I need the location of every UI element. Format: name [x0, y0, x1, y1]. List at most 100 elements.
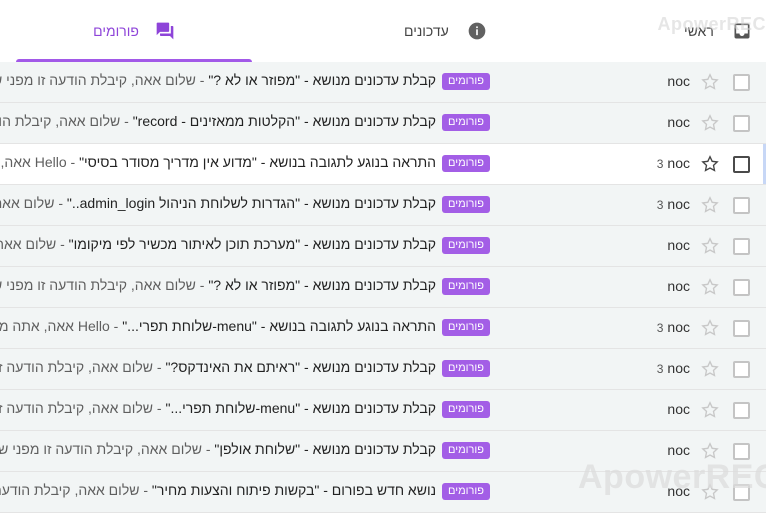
sender-name: noc — [667, 237, 690, 253]
row-checkbox[interactable] — [733, 361, 750, 378]
category-badge: פורומים — [442, 237, 490, 254]
sender-name: noc — [667, 155, 690, 171]
message-subject: התראה בנוגע לתגובה בנושא - "מדוע אין מדר… — [79, 154, 437, 170]
row-checkbox[interactable] — [733, 74, 750, 91]
message-preview: פורומים התראה בנוגע לתגובה בנושא - "menu-… — [0, 318, 490, 338]
message-preview: פורומים קבלת עדכונים מנושא - "menu-שלוחת … — [0, 400, 490, 420]
sender: 3 noc — [620, 196, 690, 212]
message-subject: קבלת עדכונים מנושא - "מערכת תוכן לאיתור … — [68, 236, 437, 252]
message-preview: פורומים קבלת עדכונים מנושא - "מפוזר או לא… — [0, 277, 490, 297]
sender-name: noc — [667, 114, 690, 130]
category-badge: פורומים — [442, 278, 490, 295]
category-badge: פורומים — [442, 319, 490, 336]
star-icon[interactable] — [700, 236, 720, 256]
message-subject: קבלת עדכונים מנושא - "הגדרות לשלוחת הניה… — [66, 195, 437, 211]
row-checkbox[interactable] — [733, 238, 750, 255]
message-subject: קבלת עדכונים מנושא - "menu-שלוחת תפרי...… — [165, 400, 437, 416]
message-snippet: - שלום אאה, קיבלת הודעה זו מפני שאתה — [0, 72, 205, 88]
watermark-bottom: ApowerREC — [578, 458, 766, 496]
message-row[interactable]: 3 noc פורומים קבלת עדכונים מנושא - "הגדרות … — [0, 185, 766, 226]
message-list: noc פורומים קבלת עדכונים מנושא - "מפוזר או… — [0, 62, 766, 513]
message-preview: פורומים קבלת עדכונים מנושא - "הקלטות ממאז… — [0, 113, 490, 133]
thread-count: 3 — [656, 362, 664, 376]
tab-forums-label: פורומים — [93, 23, 139, 39]
message-row[interactable]: 3 noc פורומים קבלת עדכונים מנושא - "ראיתם א… — [0, 349, 766, 390]
message-row[interactable]: 3 noc פורומים התראה בנוגע לתגובה בנושא - "מ… — [0, 144, 766, 185]
category-tabs: פורומים עדכונים ראשי ApowerREC — [0, 0, 766, 63]
row-checkbox[interactable] — [733, 115, 750, 132]
sender: noc — [620, 442, 690, 458]
category-badge: פורומים — [442, 73, 490, 90]
message-row[interactable]: noc פורומים קבלת עדכונים מנושא - "מפוזר או… — [0, 62, 766, 103]
sender-name: noc — [667, 319, 690, 335]
message-preview: פורומים קבלת עדכונים מנושא - "ראיתם את הא… — [0, 359, 490, 379]
sender-name: noc — [667, 278, 690, 294]
star-icon[interactable] — [700, 113, 720, 133]
sender: 3 noc — [620, 360, 690, 376]
message-snippet: - שלום אאה, קיבלת הודעה זו — [0, 113, 129, 129]
info-icon — [467, 21, 487, 41]
message-snippet: - שלום אאה, קיבלת הודעה זו מפני שאתה — [0, 277, 205, 293]
message-row[interactable]: noc פורומים קבלת עדכונים מנושא - "menu-שלו… — [0, 390, 766, 431]
message-snippet: - שלום אאה, קיבלת — [0, 236, 65, 252]
message-subject: התראה בנוגע לתגובה בנושא - "menu-שלוחת ת… — [122, 318, 437, 334]
message-snippet: - שלום אאה, קיבלת הודעה זו מפני שאתה — [0, 441, 211, 457]
category-badge: פורומים — [442, 483, 490, 500]
tab-updates[interactable]: עדכונים — [404, 0, 514, 62]
category-badge: פורומים — [442, 401, 490, 418]
category-badge: פורומים — [442, 155, 490, 172]
message-row[interactable]: noc פורומים קבלת עדכונים מנושא - "מערכת תו… — [0, 226, 766, 267]
message-row[interactable]: 3 noc פורומים התראה בנוגע לתגובה בנושא - "m… — [0, 308, 766, 349]
message-preview: פורומים קבלת עדכונים מנושא - "שלוחת אולפן… — [0, 441, 490, 461]
sender-name: noc — [667, 401, 690, 417]
star-icon[interactable] — [700, 359, 720, 379]
message-row[interactable]: noc פורומים קבלת עדכונים מנושא - "מפוזר או… — [0, 267, 766, 308]
row-checkbox[interactable] — [733, 402, 750, 419]
row-checkbox[interactable] — [733, 320, 750, 337]
message-subject: קבלת עדכונים מנושא - "הקלטות ממאזינים - … — [132, 113, 437, 129]
sender: noc — [620, 114, 690, 130]
sender: 3 noc — [620, 155, 690, 171]
watermark-top: ApowerREC — [657, 14, 766, 34]
row-checkbox[interactable] — [733, 279, 750, 296]
star-icon[interactable] — [700, 72, 720, 92]
star-icon[interactable] — [700, 400, 720, 420]
message-snippet: - Hello אאה, אתה מקבל — [0, 318, 119, 334]
tab-updates-label: עדכונים — [404, 23, 449, 39]
row-checkbox[interactable] — [733, 156, 750, 173]
sender: noc — [620, 73, 690, 89]
sender-name: noc — [667, 196, 690, 212]
message-preview: פורומים קבלת עדכונים מנושא - "הגדרות לשלו… — [0, 195, 490, 215]
message-subject: נושא חדש בפורום - "בקשות פיתוח והצעות מח… — [151, 482, 437, 498]
message-subject: קבלת עדכונים מנושא - "ראיתם את האינדקס?" — [165, 359, 437, 375]
message-snippet: - שלום אאה, קיבלת הודעה זו מפני — [0, 400, 162, 416]
message-subject: קבלת עדכונים מנושא - "מפוזר או לא ?" — [208, 277, 437, 293]
message-preview: פורומים קבלת עדכונים מנושא - "מערכת תוכן … — [0, 236, 490, 256]
message-snippet: - שלום אאה, קיבלת — [0, 195, 63, 211]
thread-count: 3 — [656, 321, 664, 335]
forum-icon — [155, 21, 175, 41]
sender-name: noc — [667, 442, 690, 458]
star-icon[interactable] — [700, 154, 720, 174]
message-snippet: - שלום אאה, קיבלת הודעה זו מפני שאתה — [0, 482, 149, 498]
sender-name: noc — [667, 73, 690, 89]
star-icon[interactable] — [700, 318, 720, 338]
star-icon[interactable] — [700, 195, 720, 215]
sender: noc — [620, 278, 690, 294]
row-checkbox[interactable] — [733, 197, 750, 214]
sender-name: noc — [667, 360, 690, 376]
category-badge: פורומים — [442, 360, 490, 377]
category-badge: פורומים — [442, 442, 490, 459]
message-row[interactable]: noc פורומים קבלת עדכונים מנושא - "הקלטות מ… — [0, 103, 766, 144]
thread-count: 3 — [656, 157, 664, 171]
sender: 3 noc — [620, 319, 690, 335]
star-icon[interactable] — [700, 277, 720, 297]
category-badge: פורומים — [442, 196, 490, 213]
message-snippet: - שלום אאה, קיבלת הודעה זו מפני — [0, 359, 162, 375]
tab-forums[interactable]: פורומים — [16, 0, 252, 62]
message-subject: קבלת עדכונים מנושא - "מפוזר או לא ?" — [208, 72, 437, 88]
message-preview: פורומים נושא חדש בפורום - "בקשות פיתוח וה… — [0, 482, 490, 502]
sender: noc — [620, 237, 690, 253]
message-subject: קבלת עדכונים מנושא - "שלוחת אולפן" — [214, 441, 437, 457]
thread-count: 3 — [656, 198, 664, 212]
